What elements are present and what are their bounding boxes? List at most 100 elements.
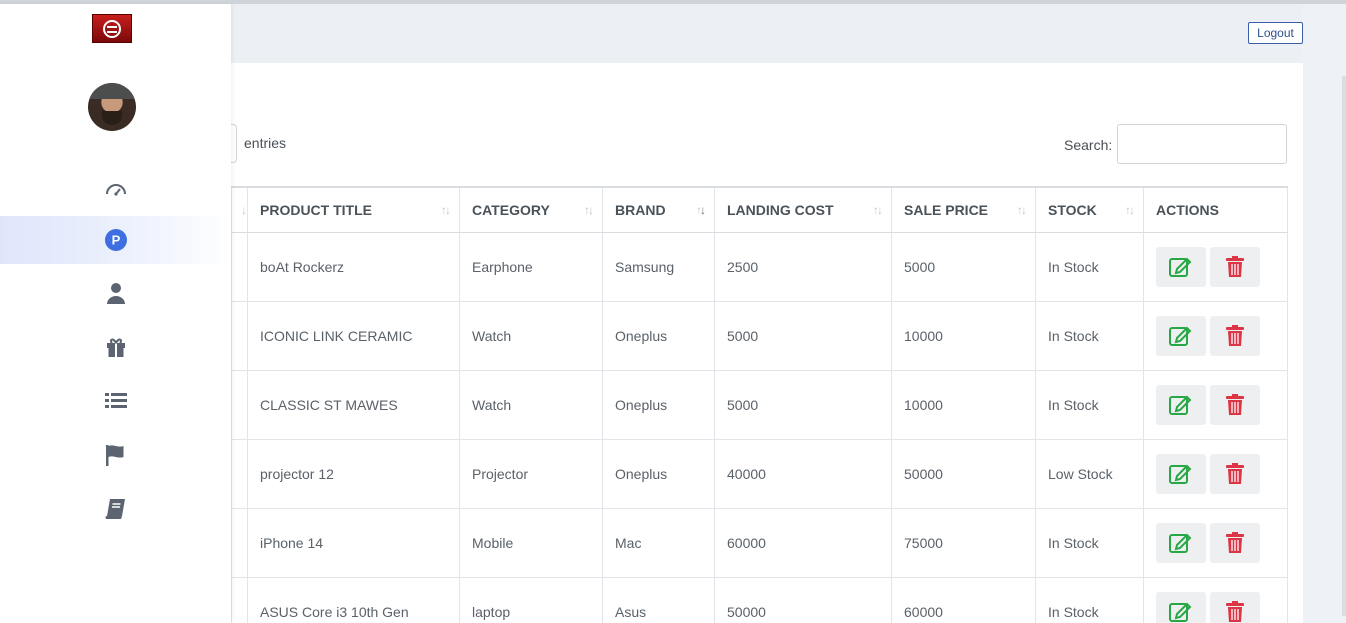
hidden-cell: [231, 300, 248, 371]
stock-cell: In Stock: [1035, 576, 1144, 623]
trash-icon: [1226, 462, 1244, 484]
landing-cost-cell: 5000: [714, 369, 892, 440]
column-header-product-title[interactable]: PRODUCT TITLE ↑↓: [247, 186, 460, 233]
nav-gifts[interactable]: [0, 323, 231, 371]
table-row: CLASSIC ST MAWES Watch Oneplus 5000 10000 In …: [231, 369, 1288, 440]
stock-cell: In Stock: [1035, 231, 1144, 302]
speedometer-icon: [105, 184, 126, 196]
entries-length-select[interactable]: [231, 124, 237, 163]
hidden-cell: [231, 576, 248, 623]
trash-icon: [1226, 531, 1244, 553]
product-title-cell: ICONIC LINK CERAMIC: [247, 300, 460, 371]
edit-icon: [1169, 533, 1192, 553]
category-cell: laptop: [459, 576, 603, 623]
column-header-landing-cost[interactable]: LANDING COST ↑↓: [714, 186, 892, 233]
actions-cell: [1143, 300, 1288, 371]
sale-price-cell: 60000: [891, 576, 1036, 623]
category-cell: Projector: [459, 438, 603, 509]
stock-cell: Low Stock: [1035, 438, 1144, 509]
brand-cell: Oneplus: [602, 300, 715, 371]
delete-button[interactable]: [1210, 315, 1260, 356]
avatar[interactable]: [88, 83, 136, 131]
sale-price-cell: 50000: [891, 438, 1036, 509]
stock-cell: In Stock: [1035, 369, 1144, 440]
sale-price-cell: 10000: [891, 369, 1036, 440]
brand-cell: Oneplus: [602, 369, 715, 440]
trash-icon: [1226, 255, 1244, 277]
sort-icon: ↑↓: [1125, 203, 1135, 217]
edit-button[interactable]: [1156, 591, 1206, 623]
edit-button[interactable]: [1156, 246, 1206, 287]
entries-label: entries: [244, 135, 287, 151]
delete-button[interactable]: [1210, 591, 1260, 623]
edit-button[interactable]: [1156, 522, 1206, 563]
hidden-cell: [231, 231, 248, 302]
column-header-brand[interactable]: BRAND ↑↓: [602, 186, 715, 233]
nav-docs[interactable]: [0, 485, 231, 533]
sort-icon: ↑↓: [441, 203, 451, 217]
book-icon: [105, 499, 125, 519]
landing-cost-cell: 50000: [714, 576, 892, 623]
actions-cell: [1143, 369, 1288, 440]
column-header-sale-price[interactable]: SALE PRICE ↑↓: [891, 186, 1036, 233]
table-row: ICONIC LINK CERAMIC Watch Oneplus 5000 10000…: [231, 300, 1288, 371]
sale-price-cell: 10000: [891, 300, 1036, 371]
actions-cell: [1143, 231, 1288, 302]
gift-icon: [106, 338, 125, 357]
search-input[interactable]: [1117, 124, 1287, 164]
delete-button[interactable]: [1210, 246, 1260, 287]
category-cell: Earphone: [459, 231, 603, 302]
logout-button[interactable]: Logout: [1248, 22, 1303, 44]
stock-cell: In Stock: [1035, 507, 1144, 578]
landing-cost-cell: 60000: [714, 507, 892, 578]
sort-icon: ↑↓: [873, 203, 883, 217]
hidden-cell: [231, 369, 248, 440]
edit-button[interactable]: [1156, 315, 1206, 356]
product-title-cell: ASUS Core i3 10th Gen: [247, 576, 460, 623]
sort-icon: ↑↓: [584, 203, 594, 217]
actions-cell: [1143, 507, 1288, 578]
stock-cell: In Stock: [1035, 300, 1144, 371]
column-header-category[interactable]: CATEGORY ↑↓: [459, 186, 603, 233]
brand-logo[interactable]: [92, 14, 132, 43]
hidden-cell: [231, 507, 248, 578]
edit-button[interactable]: [1156, 453, 1206, 494]
column-header-hidden[interactable]: ↓: [231, 186, 248, 233]
trash-icon: [1226, 324, 1244, 346]
flag-icon: [105, 445, 123, 466]
edit-button[interactable]: [1156, 384, 1206, 425]
brand-cell: Mac: [602, 507, 715, 578]
brand-cell: Asus: [602, 576, 715, 623]
delete-button[interactable]: [1210, 384, 1260, 425]
edit-icon: [1169, 257, 1192, 277]
delete-button[interactable]: [1210, 453, 1260, 494]
table-row: ASUS Core i3 10th Gen laptop Asus 50000 6000…: [231, 576, 1288, 623]
category-cell: Watch: [459, 369, 603, 440]
category-cell: Watch: [459, 300, 603, 371]
user-icon: [106, 283, 125, 304]
nav-users[interactable]: [0, 269, 231, 317]
nav-dashboard[interactable]: [0, 165, 231, 213]
sidebar: P: [0, 4, 231, 623]
table-row: projector 12 Projector Oneplus 40000 50000 Lo…: [231, 438, 1288, 509]
list-icon: [104, 393, 127, 408]
delete-button[interactable]: [1210, 522, 1260, 563]
sort-icon: ↑↓: [696, 203, 706, 217]
sort-icon: ↑↓: [1017, 203, 1027, 217]
scrollbar[interactable]: [1342, 76, 1346, 616]
nav-reports[interactable]: [0, 431, 231, 479]
brand-cell: Samsung: [602, 231, 715, 302]
column-header-stock[interactable]: STOCK ↑↓: [1035, 186, 1144, 233]
nav-list[interactable]: [0, 377, 231, 425]
product-p-icon: P: [104, 229, 127, 251]
landing-cost-cell: 5000: [714, 300, 892, 371]
product-title-cell: boAt Rockerz: [247, 231, 460, 302]
column-header-actions: ACTIONS: [1143, 186, 1288, 233]
landing-cost-cell: 2500: [714, 231, 892, 302]
nav-products[interactable]: P: [0, 216, 231, 264]
trash-icon: [1226, 600, 1244, 622]
brand-cell: Oneplus: [602, 438, 715, 509]
category-cell: Mobile: [459, 507, 603, 578]
product-title-cell: iPhone 14: [247, 507, 460, 578]
table-row: iPhone 14 Mobile Mac 60000 75000 In Stock: [231, 507, 1288, 578]
